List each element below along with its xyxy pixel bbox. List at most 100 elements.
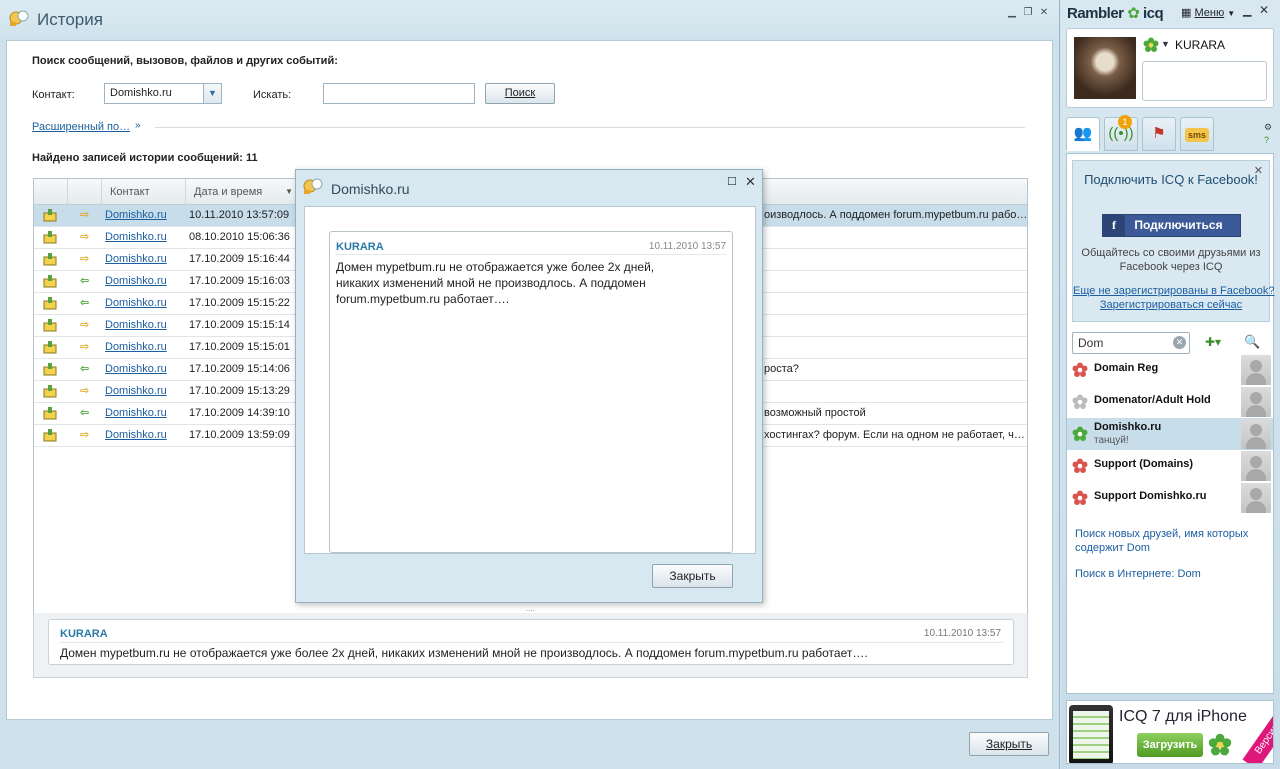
side-icons: ⚙ ?: [1264, 121, 1272, 147]
iphone-ad[interactable]: ICQ 7 для iPhone Загрузить Версия 2: [1066, 700, 1274, 764]
incoming-arrow-icon: ⇦: [80, 275, 90, 287]
history-app-icon: [9, 10, 29, 26]
message-icon: [43, 253, 57, 266]
outgoing-arrow-icon: ⇨: [80, 341, 90, 353]
row-datetime: 17.10.2009 15:15:22: [189, 297, 290, 309]
avatar[interactable]: [1074, 37, 1136, 99]
outgoing-arrow-icon: ⇨: [80, 385, 90, 397]
row-contact[interactable]: Domishko.ru: [105, 407, 167, 419]
icq-logo: Rambler ✿ icq: [1067, 4, 1164, 22]
facebook-connect-button[interactable]: f Подключиться: [1102, 214, 1241, 237]
ad-download-button[interactable]: Загрузить: [1137, 733, 1203, 757]
row-contact[interactable]: Domishko.ru: [105, 275, 167, 287]
row-contact[interactable]: Domishko.ru: [105, 319, 167, 331]
facebook-title: Подключить ICQ к Facebook!: [1084, 172, 1258, 187]
status-flower-icon: [1072, 426, 1088, 441]
facebook-register-link[interactable]: Еще не зарегистрированы в Facebook?: [1073, 285, 1274, 297]
dialog-app-icon: [303, 178, 323, 194]
facebook-promo: ✕ Подключить ICQ к Facebook! f Подключит…: [1072, 160, 1274, 322]
close-icon[interactable]: ✕: [1037, 6, 1051, 20]
ad-ribbon: Версия 2: [1242, 702, 1273, 763]
double-chevron-down-icon[interactable]: »: [135, 120, 141, 131]
dialog-close-button[interactable]: Закрыть: [652, 564, 733, 588]
contact-avatar: [1241, 483, 1271, 513]
search-friends-link[interactable]: Поиск новых друзей, имя которых содержит…: [1075, 527, 1265, 555]
chevron-down-icon[interactable]: ▼: [1161, 39, 1170, 49]
close-icon[interactable]: ✕: [1259, 3, 1269, 17]
row-datetime: 17.10.2009 15:15:01: [189, 341, 290, 353]
nickname[interactable]: KURARA: [1175, 38, 1225, 52]
search-button[interactable]: Поиск: [485, 83, 555, 104]
row-datetime: 17.10.2009 15:16:44: [189, 253, 290, 265]
preview-message: KURARA 10.11.2010 13:57 Домен mypetbum.r…: [48, 619, 1014, 665]
settings-icon[interactable]: ⚙: [1264, 121, 1272, 134]
dialog-title: Domishko.ru: [331, 181, 410, 197]
close-icon[interactable]: ✕: [745, 174, 756, 190]
icq-logo-rambler: Rambler: [1067, 5, 1124, 22]
search-input[interactable]: [323, 83, 475, 104]
divider: [59, 642, 1003, 643]
clear-icon[interactable]: ✕: [1173, 336, 1186, 349]
contact-list-item[interactable]: Support (Domains): [1067, 450, 1273, 482]
add-contact-icon[interactable]: ✚▾: [1205, 335, 1221, 349]
status-flower-icon: [1072, 394, 1088, 409]
contact-list-item[interactable]: Support Domishko.ru: [1067, 482, 1273, 514]
contact-list-item[interactable]: Domishko.ru танцуй!: [1067, 418, 1273, 450]
status-flower-icon: [1072, 458, 1088, 473]
column-type[interactable]: [34, 179, 68, 205]
contact-list-item[interactable]: Domain Reg: [1067, 354, 1273, 386]
tab-contacts[interactable]: 👥: [1066, 117, 1100, 151]
help-icon[interactable]: ?: [1264, 134, 1272, 147]
row-contact[interactable]: Domishko.ru: [105, 231, 167, 243]
row-contact[interactable]: Domishko.ru: [105, 363, 167, 375]
message-icon: [43, 209, 57, 222]
find-contact-icon[interactable]: 🔍: [1244, 334, 1260, 350]
row-contact[interactable]: Domishko.ru: [105, 341, 167, 353]
tab-sms[interactable]: sms: [1180, 117, 1214, 151]
close-button[interactable]: Закрыть: [969, 732, 1049, 756]
search-internet-link[interactable]: Поиск в Интернете: Dom: [1075, 568, 1201, 580]
contact-list-item[interactable]: Domenator/Adult Hold: [1067, 386, 1273, 418]
facebook-text: Общайтесь со своими друзьями из Facebook…: [1081, 247, 1261, 273]
row-contact[interactable]: Domishko.ru: [105, 385, 167, 397]
row-text: возможный простой: [764, 407, 866, 419]
row-contact[interactable]: Domishko.ru: [105, 429, 167, 441]
tab-flag[interactable]: ⚑: [1142, 117, 1176, 151]
chevron-down-icon: ▼: [1227, 9, 1236, 18]
row-contact[interactable]: Domishko.ru: [105, 253, 167, 265]
icq-menu-label: Меню: [1194, 7, 1225, 19]
message-icon: [43, 319, 57, 332]
preview-author: KURARA: [60, 628, 108, 640]
icq-sidebar: Rambler ✿ icq ▦ Меню ▼ ▁ ✕ ▼ KURARA 👥 ((…: [1061, 0, 1280, 769]
message-text: Домен mypetbum.ru не отображается уже бо…: [336, 260, 655, 306]
row-contact[interactable]: Domishko.ru: [105, 209, 167, 221]
facebook-icon: f: [1103, 215, 1125, 236]
column-direction[interactable]: [68, 179, 102, 205]
facebook-signup-link[interactable]: Зарегистрироваться сейчас: [1073, 299, 1269, 311]
preview-text: Домен mypetbum.ru не отображается уже бо…: [60, 646, 868, 660]
outgoing-arrow-icon: ⇨: [80, 231, 90, 243]
row-contact[interactable]: Domishko.ru: [105, 297, 167, 309]
advanced-search-link[interactable]: Расширенный по…: [32, 121, 130, 133]
column-datetime[interactable]: Дата и время ▼: [186, 179, 298, 205]
chevron-down-icon[interactable]: ▼: [203, 84, 221, 103]
maximize-icon[interactable]: ☐: [727, 175, 737, 188]
sms-icon: sms: [1184, 128, 1209, 142]
restore-icon[interactable]: ❐: [1021, 6, 1035, 20]
minimize-icon[interactable]: ▁: [1243, 4, 1251, 17]
minimize-icon[interactable]: ▁: [1005, 6, 1019, 20]
outgoing-arrow-icon: ⇨: [80, 429, 90, 441]
column-contact[interactable]: Контакт: [102, 179, 186, 205]
icq-menu[interactable]: ▦ Меню ▼: [1181, 6, 1235, 19]
status-flower-icon[interactable]: [1143, 37, 1159, 53]
message-icon: [43, 363, 57, 376]
message-icon: [43, 297, 57, 310]
contact-select[interactable]: Domishko.ru ▼: [104, 83, 222, 104]
status-flower-icon: [1072, 490, 1088, 505]
message-author: KURARA: [336, 241, 384, 253]
facebook-connect-label: Подключиться: [1134, 218, 1223, 232]
row-text: оизводлось. А поддомен forum.mypetbum.ru…: [764, 209, 1026, 221]
status-message-input[interactable]: [1142, 61, 1267, 101]
find-label: Искать:: [253, 89, 292, 101]
message-icon: [43, 429, 57, 442]
